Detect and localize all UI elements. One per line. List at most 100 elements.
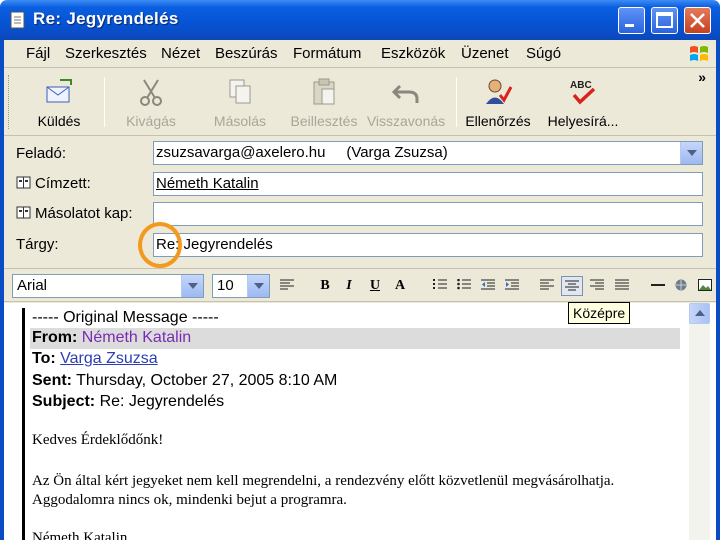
paste-label: Beillesztés: [290, 113, 358, 129]
cc-field[interactable]: [153, 202, 703, 226]
minimize-icon: [625, 24, 634, 27]
font-size-value: 10: [217, 277, 234, 294]
underline-button[interactable]: U: [364, 276, 386, 296]
justify-button[interactable]: [611, 276, 633, 296]
main-toolbar: » Küldés Kivágás Másolás Beillesztés Vis…: [4, 69, 716, 136]
font-combo[interactable]: Arial: [12, 274, 204, 298]
quote-bar: [22, 308, 25, 540]
original-subject-label: Subject:: [32, 393, 96, 410]
toolbar-separator: [104, 77, 105, 127]
justify-icon: [615, 279, 629, 290]
insert-picture-button[interactable]: [694, 276, 716, 296]
minimize-button[interactable]: [618, 7, 645, 34]
align-center-button[interactable]: [561, 276, 583, 296]
italic-button[interactable]: I: [338, 276, 360, 296]
original-to-link[interactable]: Varga Zsuzsa: [60, 350, 158, 367]
decrease-indent-button[interactable]: [477, 276, 499, 296]
increase-indent-icon: [505, 279, 519, 290]
cut-label: Kivágás: [126, 113, 176, 129]
menu-bar: Fájl Szerkesztés Nézet Beszúrás Formátum…: [4, 40, 716, 68]
globe-icon: [675, 279, 687, 291]
toolbar-grip[interactable]: [8, 75, 11, 129]
from-combo[interactable]: zsuzsavarga@axelero.hu (Varga Zsuzsa): [153, 141, 703, 165]
toolbar-more-chevron[interactable]: »: [698, 69, 706, 85]
original-from-link[interactable]: Németh Katalin: [82, 329, 191, 346]
align-center-icon: [565, 280, 579, 291]
original-message-header: ----- Original Message -----: [32, 309, 219, 326]
original-to-line: To: Varga Zsuzsa: [32, 350, 158, 368]
bullet-list-button[interactable]: [453, 276, 475, 296]
menu-edit[interactable]: Szerkesztés: [65, 45, 147, 62]
send-button[interactable]: Küldés: [28, 73, 90, 133]
insert-hyperlink-button[interactable]: [671, 276, 693, 296]
increase-indent-button[interactable]: [501, 276, 523, 296]
subject-label: Tárgy:: [16, 236, 59, 253]
menu-file[interactable]: Fájl: [26, 45, 50, 62]
copy-button[interactable]: Másolás: [207, 73, 273, 133]
format-toolbar: Arial 10 B I U A: [4, 268, 716, 302]
original-from-label: From:: [32, 329, 78, 346]
from-dropdown-button[interactable]: [680, 142, 702, 164]
svg-text:ABC: ABC: [570, 80, 592, 91]
menu-insert[interactable]: Beszúrás: [215, 45, 278, 62]
to-label: Címzett:: [35, 175, 91, 192]
send-label: Küldés: [37, 113, 81, 129]
numbered-list-icon: [433, 279, 447, 289]
clipboard-icon: [313, 78, 335, 105]
document-icon: [10, 11, 25, 29]
bullet-list-icon: [457, 279, 471, 290]
cut-button[interactable]: Kivágás: [118, 73, 184, 133]
undo-button[interactable]: Visszavonás: [364, 73, 448, 133]
close-button[interactable]: [684, 7, 711, 34]
to-field[interactable]: Németh Katalin: [153, 172, 703, 196]
paragraph-style-button[interactable]: [276, 276, 298, 296]
cc-button[interactable]: Másolatot kap:: [16, 205, 133, 222]
message-greeting: Kedves Érdeklődőnk!: [32, 432, 164, 448]
original-sent-label: Sent:: [32, 372, 72, 389]
bold-button[interactable]: B: [314, 276, 336, 296]
align-right-button[interactable]: [586, 276, 608, 296]
scissors-icon: [140, 79, 162, 106]
horizontal-line-icon: [651, 284, 665, 286]
cc-label: Másolatot kap:: [35, 205, 133, 222]
vertical-scrollbar[interactable]: [689, 303, 710, 540]
scroll-up-button[interactable]: [689, 303, 710, 324]
spelling-button[interactable]: ABC Helyesírá...: [542, 73, 624, 133]
windows-logo-icon: [690, 46, 708, 61]
menu-message[interactable]: Üzenet: [461, 45, 509, 62]
font-size-combo[interactable]: 10: [212, 274, 270, 298]
to-button[interactable]: Címzett:: [16, 175, 91, 192]
message-line-1: Az Ön által kért jegyeket nem kell megre…: [32, 473, 615, 489]
menu-help[interactable]: Súgó: [526, 45, 561, 62]
original-sent-line: Sent: Thursday, October 27, 2005 8:10 AM: [32, 372, 337, 390]
font-value: Arial: [17, 277, 48, 294]
menu-format[interactable]: Formátum: [293, 45, 361, 62]
menu-view[interactable]: Nézet: [161, 45, 200, 62]
message-line-2: Aggodalomra nincs ok, mindenki bejut a p…: [32, 492, 347, 508]
font-dropdown-button[interactable]: [181, 275, 203, 297]
font-color-button[interactable]: A: [389, 276, 411, 296]
original-subject-value: Re: Jegyrendelés: [99, 393, 225, 410]
address-book-icon: [16, 206, 31, 219]
original-to-label: To:: [32, 350, 56, 367]
align-left-icon: [540, 279, 554, 290]
undo-icon: [391, 84, 419, 103]
check-names-button[interactable]: Ellenőrzés: [462, 73, 534, 133]
maximize-button[interactable]: [651, 7, 678, 34]
original-from-line: From: Németh Katalin: [32, 329, 191, 347]
paragraph-style-icon: [280, 279, 294, 290]
message-signature: Németh Katalin: [32, 530, 128, 540]
menu-tools[interactable]: Eszközök: [381, 45, 445, 62]
undo-label: Visszavonás: [366, 113, 446, 129]
check-names-label: Ellenőrzés: [465, 113, 531, 129]
spelling-label: Helyesírá...: [547, 113, 619, 129]
original-sent-value: Thursday, October 27, 2005 8:10 AM: [76, 372, 338, 389]
numbered-list-button[interactable]: [429, 276, 451, 296]
paste-button[interactable]: Beillesztés: [288, 73, 360, 133]
subject-field[interactable]: Re: Jegyrendelés: [153, 233, 703, 257]
font-size-dropdown-button[interactable]: [247, 275, 269, 297]
horizontal-line-button[interactable]: [647, 276, 669, 296]
align-left-button[interactable]: [536, 276, 558, 296]
align-center-tooltip: Középre: [568, 302, 631, 324]
toolbar-separator: [456, 77, 457, 127]
